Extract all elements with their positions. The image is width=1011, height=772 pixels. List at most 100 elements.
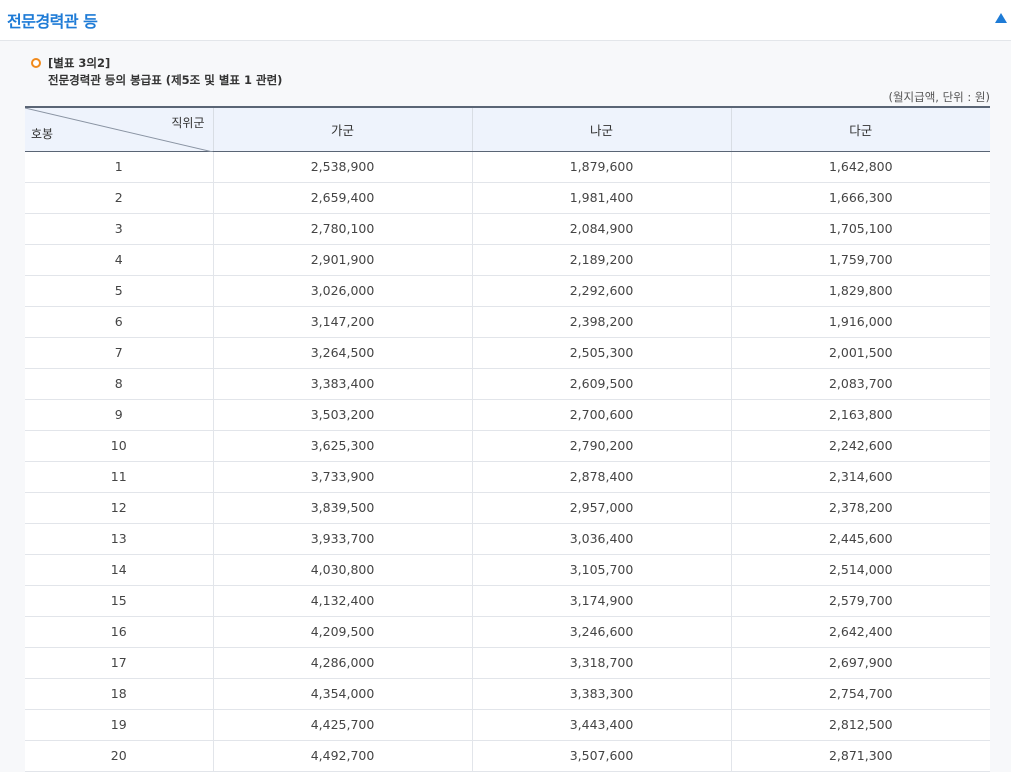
salary-cell: 3,264,500 [212,337,472,369]
table-row: 1 2,538,900 1,879,600 1,642,800 [25,151,990,183]
salary-cell: 2,514,000 [730,554,990,586]
table-row: 20 4,492,700 3,507,600 2,871,300 [25,740,990,772]
salary-cell: 2,812,500 [730,709,990,741]
step-cell: 14 [25,554,213,586]
table-row: 7 3,264,500 2,505,300 2,001,500 [25,337,990,369]
section-title: 전문경력관 등 [7,12,98,31]
salary-cell: 1,916,000 [730,306,990,338]
table-row: 16 4,209,500 3,246,600 2,642,400 [25,616,990,648]
step-cell: 15 [25,585,213,617]
salary-cell: 2,398,200 [471,306,731,338]
salary-cell: 2,780,100 [212,213,472,245]
triangle-up-icon[interactable] [995,13,1007,23]
salary-cell: 3,147,200 [212,306,472,338]
caption-title: 전문경력관 등의 봉급표 (제5조 및 별표 1 관련) [48,73,283,87]
salary-cell: 1,829,800 [730,275,990,307]
salary-cell: 2,609,500 [471,368,731,400]
table-row: 11 3,733,900 2,878,400 2,314,600 [25,461,990,493]
step-cell: 18 [25,678,213,710]
corner-label-position-group: 직위군 [171,116,205,130]
salary-cell: 3,443,400 [471,709,731,741]
step-cell: 2 [25,182,213,214]
salary-cell: 2,314,600 [730,461,990,493]
table-row: 19 4,425,700 3,443,400 2,812,500 [25,709,990,741]
table-row: 5 3,026,000 2,292,600 1,829,800 [25,275,990,307]
step-cell: 1 [25,151,213,183]
salary-cell: 2,700,600 [471,399,731,431]
step-cell: 19 [25,709,213,741]
step-cell: 13 [25,523,213,555]
salary-cell: 2,579,700 [730,585,990,617]
salary-cell: 2,754,700 [730,678,990,710]
salary-cell: 4,492,700 [212,740,472,772]
table-row: 18 4,354,000 3,383,300 2,754,700 [25,678,990,710]
table-row: 17 4,286,000 3,318,700 2,697,900 [25,647,990,679]
salary-cell: 2,292,600 [471,275,731,307]
salary-cell: 3,383,300 [471,678,731,710]
salary-cell: 2,957,000 [471,492,731,524]
step-cell: 7 [25,337,213,369]
salary-cell: 2,505,300 [471,337,731,369]
salary-cell: 3,174,900 [471,585,731,617]
step-cell: 5 [25,275,213,307]
salary-cell: 3,733,900 [212,461,472,493]
salary-cell: 2,242,600 [730,430,990,462]
table-row: 9 3,503,200 2,700,600 2,163,800 [25,399,990,431]
salary-cell: 2,163,800 [730,399,990,431]
salary-cell: 2,445,600 [730,523,990,555]
salary-cell: 3,503,200 [212,399,472,431]
salary-cell: 1,879,600 [471,151,731,183]
salary-cell: 4,209,500 [212,616,472,648]
salary-cell: 1,981,400 [471,182,731,214]
salary-cell: 2,083,700 [730,368,990,400]
column-header-ga: 가군 [212,106,472,152]
step-cell: 4 [25,244,213,276]
corner-label-step: 호봉 [31,126,54,141]
unit-note: (월지급액, 단위 : 원) [888,90,990,104]
corner-header-cell: 직위군 호봉 [25,106,213,152]
salary-cell: 2,901,900 [212,244,472,276]
column-header-na: 나군 [471,106,731,152]
section-header[interactable]: 전문경력관 등 [0,0,1011,41]
salary-cell: 1,642,800 [730,151,990,183]
salary-cell: 2,189,200 [471,244,731,276]
table-row: 2 2,659,400 1,981,400 1,666,300 [25,182,990,214]
step-cell: 11 [25,461,213,493]
salary-cell: 1,666,300 [730,182,990,214]
step-cell: 16 [25,616,213,648]
column-header-da: 다군 [730,106,990,152]
salary-cell: 3,026,000 [212,275,472,307]
table-row: 8 3,383,400 2,609,500 2,083,700 [25,368,990,400]
table-row: 10 3,625,300 2,790,200 2,242,600 [25,430,990,462]
table-row: 15 4,132,400 3,174,900 2,579,700 [25,585,990,617]
step-cell: 20 [25,740,213,772]
salary-cell: 1,705,100 [730,213,990,245]
salary-cell: 2,878,400 [471,461,731,493]
step-cell: 12 [25,492,213,524]
table-row: 4 2,901,900 2,189,200 1,759,700 [25,244,990,276]
salary-cell: 2,001,500 [730,337,990,369]
salary-cell: 3,383,400 [212,368,472,400]
salary-cell: 4,425,700 [212,709,472,741]
salary-cell: 4,286,000 [212,647,472,679]
step-cell: 17 [25,647,213,679]
salary-cell: 2,871,300 [730,740,990,772]
salary-cell: 3,036,400 [471,523,731,555]
table-row: 13 3,933,700 3,036,400 2,445,600 [25,523,990,555]
salary-cell: 2,378,200 [730,492,990,524]
step-cell: 6 [25,306,213,338]
table-row: 6 3,147,200 2,398,200 1,916,000 [25,306,990,338]
salary-cell: 2,538,900 [212,151,472,183]
step-cell: 9 [25,399,213,431]
salary-cell: 3,933,700 [212,523,472,555]
salary-cell: 1,759,700 [730,244,990,276]
step-cell: 3 [25,213,213,245]
table-header-row: 직위군 호봉 가군 나군 다군 [25,106,990,152]
circle-bullet-icon [31,58,41,68]
table-row: 3 2,780,100 2,084,900 1,705,100 [25,213,990,245]
salary-cell: 3,507,600 [471,740,731,772]
salary-cell: 3,839,500 [212,492,472,524]
salary-cell: 3,625,300 [212,430,472,462]
salary-cell: 2,659,400 [212,182,472,214]
table-row: 14 4,030,800 3,105,700 2,514,000 [25,554,990,586]
